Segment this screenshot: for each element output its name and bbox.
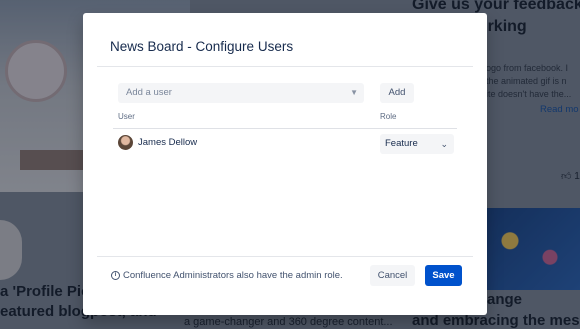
footer-info-text: Confluence Administrators also have the … — [123, 270, 343, 281]
configure-users-dialog: News Board - Configure Users Add a user … — [83, 13, 487, 315]
user-name: James Dellow — [138, 137, 198, 148]
add-button[interactable]: Add — [380, 83, 414, 103]
info-icon: i — [111, 271, 120, 280]
chevron-down-icon: ⌄ — [440, 139, 448, 149]
avatar — [118, 135, 133, 150]
save-button[interactable]: Save — [425, 265, 462, 286]
add-user-placeholder: Add a user — [126, 87, 172, 98]
column-header-user: User — [118, 112, 135, 121]
dialog-title: News Board - Configure Users — [110, 39, 294, 54]
cancel-button[interactable]: Cancel — [370, 265, 415, 286]
add-user-select[interactable]: Add a user ▼ — [118, 83, 364, 103]
column-header-role: Role — [380, 112, 397, 121]
role-value: Feature — [385, 138, 418, 149]
chevron-down-icon: ▼ — [350, 88, 358, 97]
footer-divider — [97, 256, 473, 257]
table-header-divider — [113, 128, 457, 129]
header-divider — [97, 66, 473, 67]
role-select[interactable]: Feature ⌄ — [380, 134, 454, 154]
